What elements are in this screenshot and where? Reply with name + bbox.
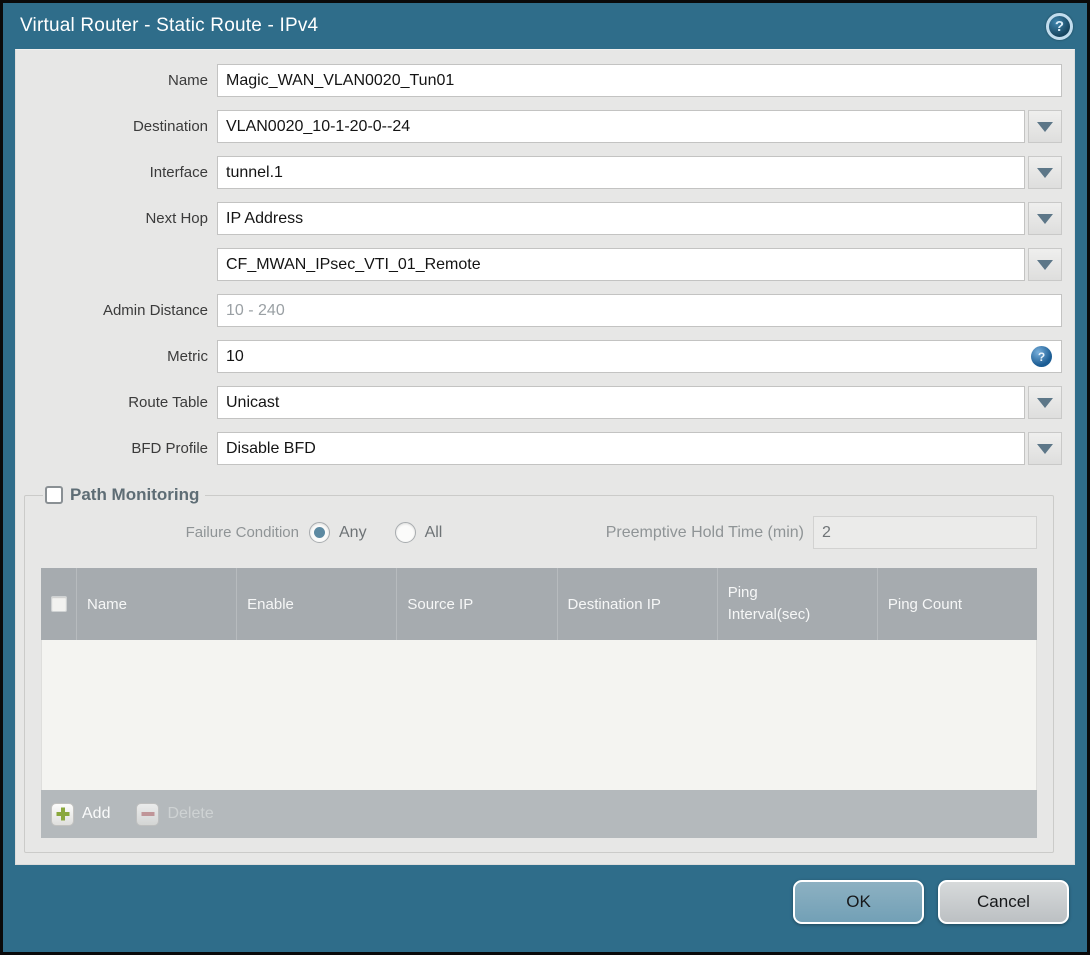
table-header-enable: Enable	[236, 568, 396, 640]
path-monitoring-section: Path Monitoring Failure Condition Any Al…	[24, 485, 1054, 853]
table-body-empty	[41, 640, 1037, 790]
next-hop-field-wrap	[217, 202, 1062, 235]
chevron-down-icon	[1037, 167, 1053, 178]
next-hop-address-row	[16, 248, 1062, 281]
table-toolbar: Add Delete	[41, 790, 1037, 838]
admin-distance-row: Admin Distance	[16, 294, 1062, 327]
metric-row: Metric ?	[16, 340, 1062, 373]
bfd-profile-label: BFD Profile	[131, 440, 208, 457]
route-table-label: Route Table	[128, 394, 208, 411]
table-header-row: Name Enable Source IP Destination IP Pin…	[41, 568, 1037, 640]
admin-distance-label: Admin Distance	[102, 302, 208, 319]
interface-dropdown-button[interactable]	[1028, 156, 1062, 189]
table-header-source-ip: Source IP	[396, 568, 556, 640]
preemptive-hold-time-label: Preemptive Hold Time (min)	[605, 523, 804, 541]
radio-all-label: All	[424, 523, 443, 541]
metric-help-icon[interactable]: ?	[1031, 346, 1052, 367]
table-header-enable-label: Enable	[247, 595, 294, 613]
radio-all-icon[interactable]	[394, 522, 416, 543]
add-button[interactable]: Add	[51, 802, 111, 826]
metric-label: Metric	[167, 348, 208, 365]
bfd-profile-field-wrap	[217, 432, 1062, 465]
radio-any-icon[interactable]	[309, 522, 330, 543]
table-header-destination-ip: Destination IP	[556, 568, 717, 640]
destination-row: Destination	[16, 110, 1062, 143]
cancel-button[interactable]: Cancel	[938, 880, 1069, 924]
plus-icon	[51, 802, 74, 826]
destination-dropdown-button[interactable]	[1028, 110, 1062, 143]
add-button-label: Add	[82, 805, 111, 822]
metric-field-wrap: ?	[217, 340, 1062, 373]
chevron-down-icon	[1037, 443, 1053, 454]
interface-label: Interface	[149, 164, 208, 181]
dialog-title: Virtual Router - Static Route - IPv4	[20, 15, 319, 36]
table-header-ping-interval: Ping Interval(sec)	[716, 568, 877, 640]
chevron-down-icon	[1037, 121, 1053, 132]
radio-option-any[interactable]: Any	[309, 522, 367, 543]
dialog-body: Name Destination Interface	[15, 49, 1075, 865]
dialog-frame: Virtual Router - Static Route - IPv4 ? N…	[3, 3, 1087, 952]
failure-condition-row: Failure Condition Any All Preemptive Hol…	[41, 516, 1037, 549]
metric-input[interactable]	[217, 340, 1062, 373]
admin-distance-input[interactable]	[217, 294, 1062, 327]
delete-button-label: Delete	[167, 805, 214, 822]
path-monitoring-checkbox[interactable]	[45, 486, 63, 504]
chevron-down-icon	[1037, 259, 1053, 270]
table-header-ping-interval-label: Ping Interval(sec)	[727, 584, 811, 623]
interface-row: Interface	[16, 156, 1062, 189]
path-monitoring-table: Name Enable Source IP Destination IP Pin…	[41, 568, 1037, 838]
select-all-checkbox[interactable]	[50, 596, 67, 612]
route-table-select[interactable]	[217, 386, 1025, 419]
chevron-down-icon	[1037, 213, 1053, 224]
next-hop-address-input[interactable]	[217, 248, 1025, 281]
next-hop-address-field-wrap	[217, 248, 1062, 281]
bfd-profile-select[interactable]	[217, 432, 1025, 465]
next-hop-address-label	[16, 248, 217, 281]
table-header-checkbox-cell	[41, 568, 76, 640]
bfd-profile-dropdown-button[interactable]	[1028, 432, 1062, 465]
name-field-wrap	[217, 64, 1062, 97]
route-table-field-wrap	[217, 386, 1062, 419]
admin-distance-field-wrap	[217, 294, 1062, 327]
destination-field-wrap	[217, 110, 1062, 143]
interface-input[interactable]	[217, 156, 1025, 189]
dialog-window: Virtual Router - Static Route - IPv4 ? N…	[0, 0, 1090, 955]
table-header-name-label: Name	[87, 595, 128, 613]
interface-field-wrap	[217, 156, 1062, 189]
table-header-destination-ip-label: Destination IP	[567, 595, 661, 613]
name-label: Name	[167, 72, 208, 89]
route-table-row: Route Table	[16, 386, 1062, 419]
next-hop-address-dropdown-button[interactable]	[1028, 248, 1062, 281]
destination-input[interactable]	[217, 110, 1025, 143]
next-hop-label: Next Hop	[145, 210, 208, 227]
preemptive-hold-time-input[interactable]	[813, 516, 1037, 549]
destination-label: Destination	[132, 118, 208, 135]
radio-option-all[interactable]: All	[394, 522, 443, 543]
delete-button[interactable]: Delete	[136, 802, 214, 826]
table-header-name: Name	[76, 568, 236, 640]
dialog-footer: OK Cancel	[3, 865, 1087, 952]
table-header-ping-count-label: Ping Count	[887, 595, 963, 613]
path-monitoring-title: Path Monitoring	[70, 485, 200, 504]
minus-icon	[136, 802, 160, 826]
path-monitoring-legend: Path Monitoring	[43, 485, 205, 505]
name-input[interactable]	[217, 64, 1062, 97]
next-hop-select[interactable]	[217, 202, 1025, 235]
table-header-ping-count: Ping Count	[876, 568, 1037, 640]
failure-condition-radio-group: Any All	[309, 522, 470, 543]
chevron-down-icon	[1037, 397, 1053, 408]
ok-button[interactable]: OK	[793, 880, 924, 924]
route-table-dropdown-button[interactable]	[1028, 386, 1062, 419]
help-icon[interactable]: ?	[1046, 12, 1073, 40]
bfd-profile-row: BFD Profile	[16, 432, 1062, 465]
name-row: Name	[16, 64, 1062, 97]
dialog-titlebar: Virtual Router - Static Route - IPv4 ?	[3, 3, 1087, 49]
failure-condition-label: Failure Condition	[185, 524, 299, 541]
next-hop-dropdown-button[interactable]	[1028, 202, 1062, 235]
next-hop-row: Next Hop	[16, 202, 1062, 235]
table-header-source-ip-label: Source IP	[407, 595, 474, 613]
radio-any-label: Any	[339, 523, 367, 541]
